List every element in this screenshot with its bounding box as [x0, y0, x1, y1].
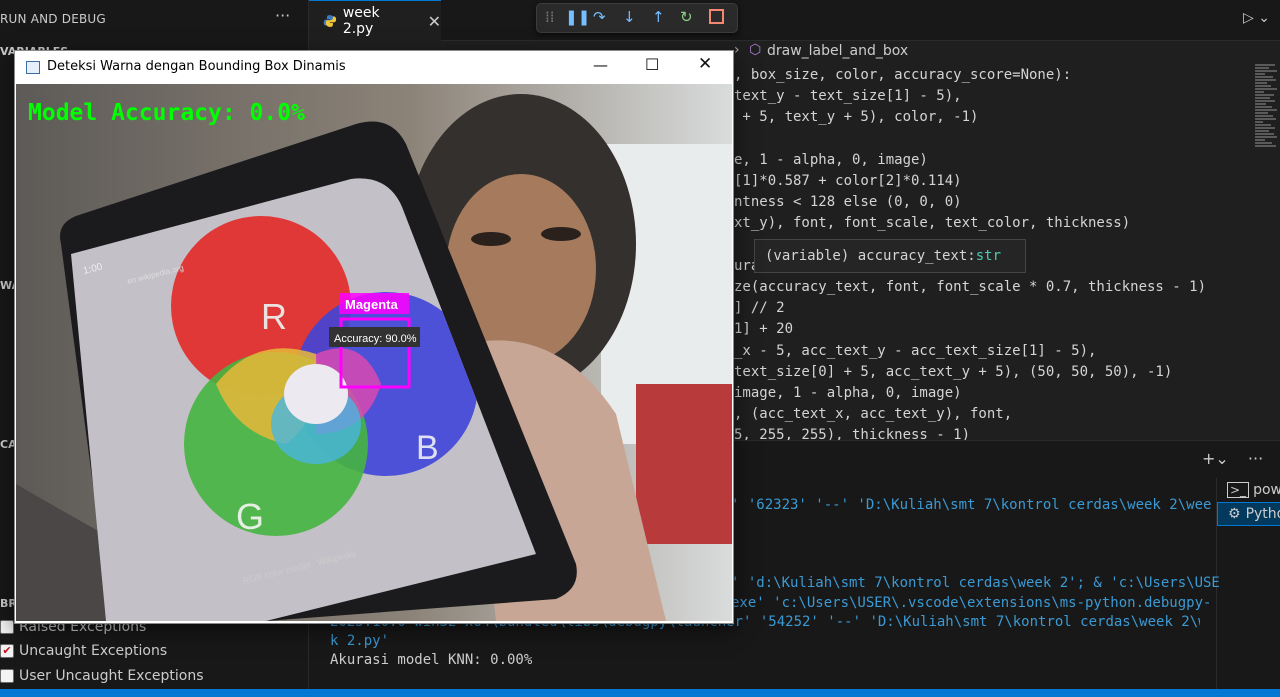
- breakpoint-label: User Uncaught Exceptions: [19, 668, 204, 684]
- checkbox[interactable]: [0, 669, 14, 683]
- code-line[interactable]: image, 1 - alpha, 0, image): [734, 385, 962, 401]
- session-label: Pytho: [1245, 506, 1280, 522]
- terminal-line: ' '62323' '--' 'D:\Kuliah\smt 7\kontrol …: [731, 497, 1212, 513]
- restart-icon[interactable]: ↻: [680, 8, 693, 26]
- code-line[interactable]: text_y - text_size[1] - 5),: [734, 88, 962, 104]
- code-line[interactable]: + 5, text_y + 5), color, -1): [734, 109, 978, 125]
- debug-toolbar: ⁞⁞ ❚❚ ↷ ↓ ↑ ↻: [536, 3, 738, 33]
- code-line[interactable]: xt_y), font, font_scale, text_color, thi…: [734, 215, 1130, 231]
- terminal-line: k 2.py': [330, 633, 390, 649]
- close-icon[interactable]: ✕: [698, 54, 712, 74]
- window-title: Deteksi Warna dengan Bounding Box Dinami…: [47, 59, 346, 74]
- minimize-icon[interactable]: —: [593, 56, 608, 74]
- phone-letter-g: G: [236, 496, 264, 537]
- code-line[interactable]: ze(accuracy_text, font, font_scale * 0.7…: [734, 279, 1206, 295]
- code-line[interactable]: text_size[0] + 5, acc_text_y + 5), (50, …: [734, 364, 1172, 380]
- step-into-icon[interactable]: ↓: [623, 8, 636, 26]
- detection-label: Magenta: [345, 297, 399, 312]
- terminal-line: exe' 'c:\Users\USER\.vscode\extensions\m…: [731, 595, 1212, 611]
- code-line[interactable]: , box_size, color, accuracy_score=None):: [734, 67, 1071, 83]
- tab-week-2-py[interactable]: week 2.py ✕: [309, 0, 441, 41]
- terminal-session-powershell[interactable]: >_ powe: [1217, 478, 1280, 502]
- more-actions-icon[interactable]: ···: [1248, 449, 1263, 468]
- checkbox[interactable]: ✔: [0, 644, 14, 658]
- breadcrumb-function[interactable]: draw_label_and_box: [767, 43, 908, 59]
- method-icon: ⬡: [749, 42, 762, 58]
- code-line[interactable]: [1]*0.587 + color[2]*0.114): [734, 173, 962, 189]
- step-out-icon[interactable]: ↑: [652, 8, 665, 26]
- camera-frame: R B G 1:00 en.wikipedia.org RGB color mo…: [16, 84, 732, 621]
- step-over-icon[interactable]: ↷: [593, 8, 606, 26]
- breakpoint-uncaught-exceptions[interactable]: ✔ Uncaught Exceptions: [0, 640, 167, 662]
- hover-tooltip: (variable) accuracy_text: str: [754, 239, 1026, 273]
- code-line[interactable]: 1] + 20: [734, 321, 793, 337]
- panel-toolbar: +⌄ ···: [1202, 449, 1263, 468]
- close-tab-icon[interactable]: ✕: [428, 12, 441, 31]
- run-icon[interactable]: ▷ ⌄: [1243, 10, 1270, 26]
- hover-type: str: [975, 248, 1002, 264]
- session-label: powe: [1253, 482, 1280, 498]
- stop-icon[interactable]: [709, 9, 724, 24]
- terminal-output: Akurasi model KNN: 0.00%: [330, 652, 533, 668]
- phone-letter-r: R: [261, 296, 287, 337]
- window-titlebar[interactable]: Deteksi Warna dengan Bounding Box Dinami…: [15, 51, 731, 83]
- terminal-sessions: >_ powe ⚙ Pytho: [1216, 478, 1280, 689]
- checkbox[interactable]: [0, 620, 14, 634]
- breakpoint-label: Uncaught Exceptions: [19, 643, 168, 659]
- model-accuracy-overlay: Model Accuracy: 0.0%: [28, 100, 305, 126]
- detection-accuracy: Accuracy: 90.0%: [334, 333, 417, 345]
- code-line[interactable]: e, 1 - alpha, 0, image): [734, 152, 928, 168]
- tab-label: week 2.py: [342, 5, 380, 37]
- sidebar-title: RUN AND DEBUG: [0, 12, 106, 26]
- new-terminal-icon[interactable]: +⌄: [1202, 449, 1229, 468]
- more-actions-icon[interactable]: ···: [275, 6, 290, 25]
- drag-handle-icon[interactable]: ⁞⁞: [545, 8, 555, 26]
- code-line[interactable]: _x - 5, acc_text_y - acc_text_size[1] - …: [734, 343, 1096, 359]
- status-bar: [0, 689, 1280, 697]
- pause-icon[interactable]: ❚❚: [565, 8, 590, 26]
- camera-scene: R B G 1:00 en.wikipedia.org RGB color mo…: [16, 84, 732, 621]
- debug-icon: ⚙: [1228, 506, 1241, 522]
- hover-signature: (variable) accuracy_text:: [765, 248, 976, 264]
- terminal-icon: >_: [1227, 482, 1250, 498]
- python-file-icon: [323, 15, 337, 27]
- terminal-session-python-debug[interactable]: ⚙ Pytho: [1217, 502, 1280, 526]
- window-app-icon: [26, 61, 40, 74]
- code-line[interactable]: ] // 2: [734, 300, 785, 316]
- chevron-right-icon: ›: [734, 42, 740, 58]
- code-line[interactable]: , (acc_text_x, acc_text_y), font,: [734, 406, 1012, 422]
- code-line[interactable]: ntness < 128 else (0, 0, 0): [734, 194, 962, 210]
- opencv-window[interactable]: Deteksi Warna dengan Bounding Box Dinami…: [14, 50, 734, 624]
- breakpoint-user-uncaught-exceptions[interactable]: User Uncaught Exceptions: [0, 665, 204, 687]
- editor-tab-bar: week 2.py ✕: [309, 0, 1280, 41]
- phone-letter-b: B: [416, 429, 439, 467]
- minimap[interactable]: [1255, 63, 1280, 343]
- maximize-icon[interactable]: ☐: [645, 55, 659, 74]
- terminal-line: ' 'd:\Kuliah\smt 7\kontrol cerdas\week 2…: [731, 575, 1220, 591]
